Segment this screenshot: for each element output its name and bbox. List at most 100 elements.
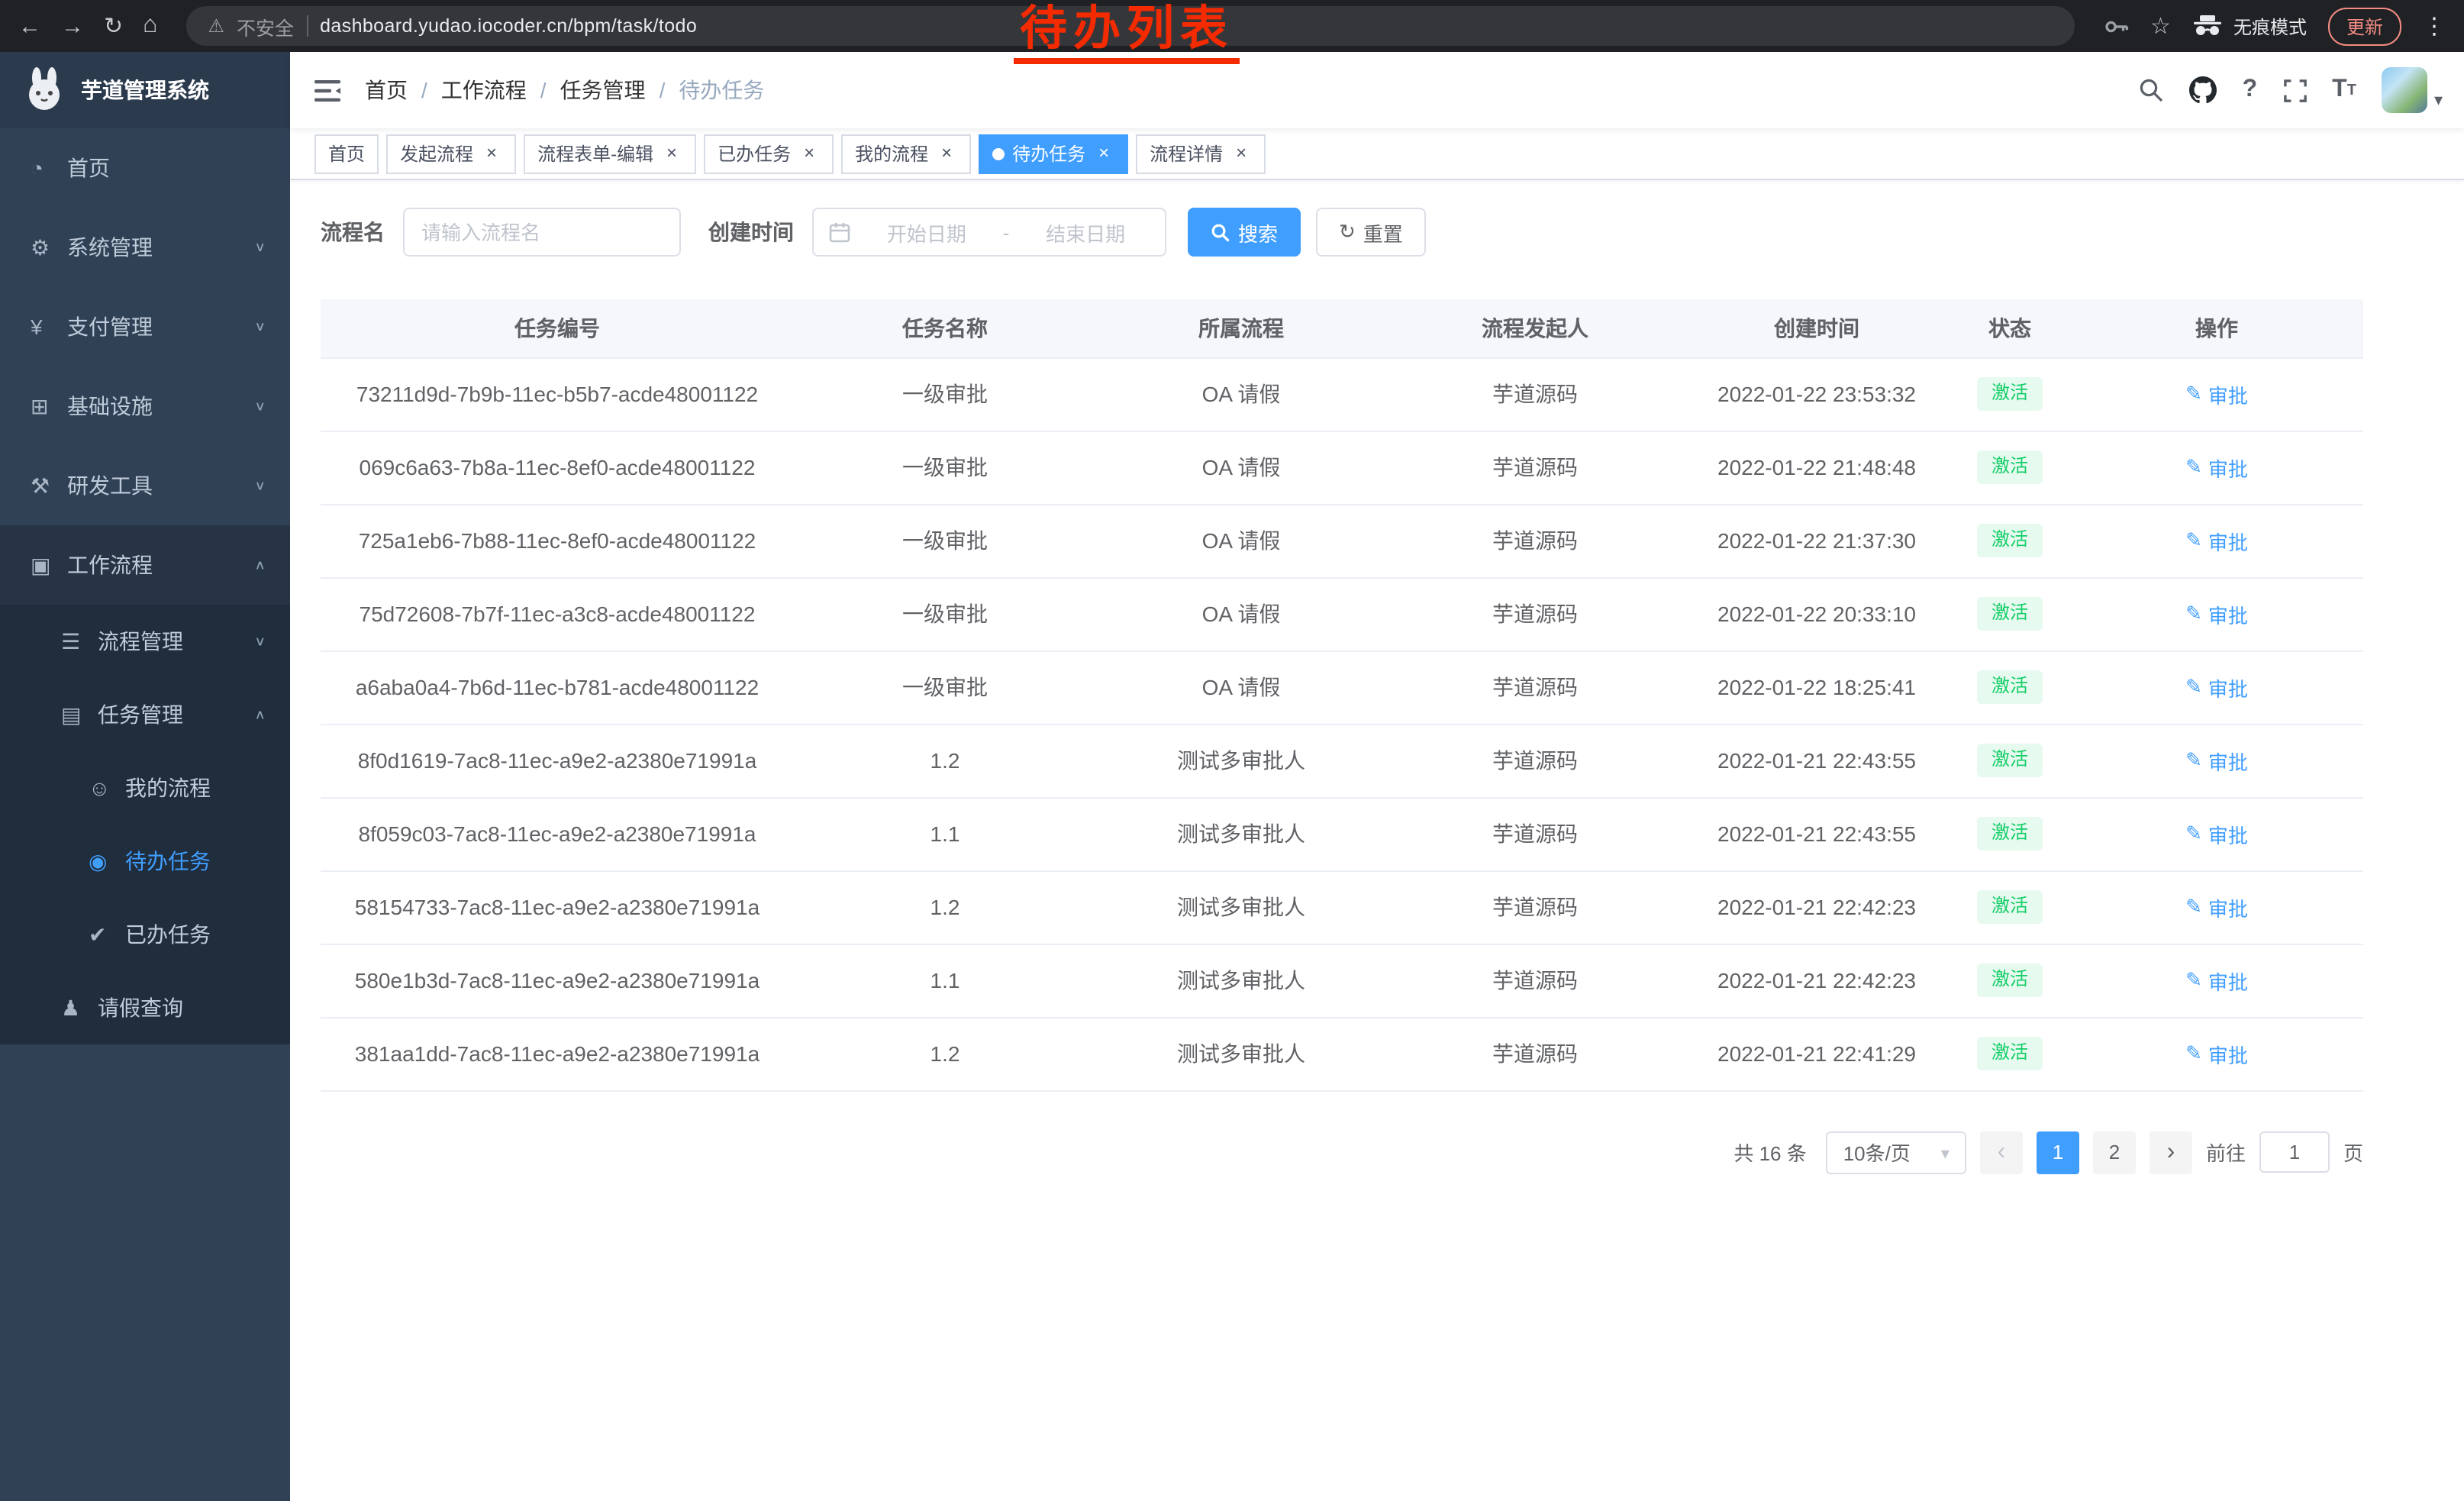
edit-icon	[2185, 528, 2202, 553]
table-column-header: 流程发起人	[1386, 299, 1684, 357]
table-row: 725a1eb6-7b88-11ec-8ef0-acde48001122 一级审…	[321, 504, 2363, 577]
search-button-label: 搜索	[1238, 218, 1278, 247]
start-date-placeholder[interactable]: 开始日期	[863, 218, 991, 247]
sidebar-menu-item[interactable]: ¥ 支付管理 ∨	[0, 287, 290, 366]
approve-link-label: 审批	[2208, 1039, 2248, 1068]
menu-item-icon: ☰	[61, 628, 98, 654]
status-badge: 激活	[1978, 450, 2042, 483]
end-date-placeholder[interactable]: 结束日期	[1021, 218, 1150, 247]
approve-link-label: 审批	[2208, 379, 2248, 408]
browser-home-icon[interactable]	[143, 14, 157, 38]
content-container: 流程名 创建时间 开始日期 - 结束日期	[290, 180, 2464, 1173]
sidebar-menu-item[interactable]: ◉ 待办任务	[0, 825, 290, 898]
close-icon[interactable]	[661, 143, 682, 164]
approve-link[interactable]: 审批	[2185, 526, 2248, 555]
cell-task-name: 1.2	[794, 870, 1096, 944]
browser-menu-icon[interactable]	[2423, 15, 2446, 37]
sidebar-menu-item[interactable]: ⚙ 系统管理 ∨	[0, 208, 290, 287]
chevron-icon: ∨	[254, 634, 266, 649]
prev-page-button[interactable]	[1980, 1131, 2023, 1173]
approve-link[interactable]: 审批	[2185, 453, 2248, 482]
incognito-icon	[2192, 15, 2223, 37]
status-badge: 激活	[1978, 817, 2042, 850]
cell-initiator: 芋道源码	[1386, 1017, 1684, 1090]
approve-link[interactable]: 审批	[2185, 819, 2248, 848]
sidebar-menu-item[interactable]: ▤ 任务管理 ∧	[0, 678, 290, 751]
cell-process: OA 请假	[1096, 431, 1386, 504]
goto-page-input[interactable]	[2259, 1131, 2330, 1173]
sidebar-menu-item[interactable]: ⚒ 研发工具 ∨	[0, 446, 290, 525]
close-icon[interactable]	[936, 143, 957, 164]
bookmark-star-icon[interactable]	[2150, 15, 2171, 37]
breadcrumb-item[interactable]: 工作流程	[441, 75, 547, 105]
tab[interactable]: 流程表单-编辑	[524, 134, 696, 173]
next-page-button[interactable]	[2150, 1131, 2192, 1173]
approve-link[interactable]: 审批	[2185, 599, 2248, 628]
sidebar-menu-item[interactable]: ⊞ 基础设施 ∨	[0, 366, 290, 446]
close-icon[interactable]	[798, 143, 820, 164]
approve-link[interactable]: 审批	[2185, 673, 2248, 702]
process-name-input[interactable]	[403, 208, 681, 257]
table-header-row: 任务编号 任务名称 所属流程 流程发起人 创建时间 状态 操作	[321, 299, 2363, 357]
tab[interactable]: 流程详情	[1136, 134, 1266, 173]
key-icon[interactable]	[2103, 13, 2129, 39]
sidebar-toggle-button[interactable]	[314, 79, 340, 102]
fullscreen-icon[interactable]	[2283, 79, 2306, 102]
close-icon[interactable]	[1093, 143, 1114, 164]
close-icon[interactable]	[1230, 143, 1252, 164]
cell-initiator: 芋道源码	[1386, 431, 1684, 504]
browser-back-icon[interactable]	[18, 15, 41, 37]
approve-link[interactable]: 审批	[2185, 746, 2248, 775]
sidebar-menu-item[interactable]: ♟ 请假查询	[0, 971, 290, 1044]
breadcrumb-item[interactable]: 首页	[365, 75, 427, 105]
search-button[interactable]: 搜索	[1188, 208, 1301, 257]
font-size-icon[interactable]	[2332, 76, 2356, 104]
header-search-icon[interactable]	[2139, 78, 2163, 102]
browser-forward-icon[interactable]	[61, 15, 84, 37]
annotation-title: 待办列表	[1014, 2, 1240, 64]
table-row: 069c6a63-7b8a-11ec-8ef0-acde48001122 一级审…	[321, 431, 2363, 504]
sidebar-menu-item[interactable]: ☰ 流程管理 ∨	[0, 605, 290, 678]
breadcrumb-item[interactable]: 任务管理	[560, 75, 666, 105]
cell-task-id: 580e1b3d-7ac8-11ec-a9e2-a2380e71991a	[321, 944, 794, 1017]
tab[interactable]: 发起流程	[386, 134, 516, 173]
page-number-button[interactable]: 2	[2093, 1131, 2136, 1173]
approve-link-label: 审批	[2208, 893, 2248, 922]
approve-link[interactable]: 审批	[2185, 893, 2248, 922]
chevron-icon: ∨	[254, 320, 266, 334]
tab[interactable]: 待办任务	[979, 134, 1128, 173]
help-icon[interactable]	[2243, 76, 2258, 104]
user-menu[interactable]	[2382, 67, 2443, 113]
reset-button[interactable]: 重置	[1316, 208, 1426, 257]
breadcrumb-label: 任务管理	[560, 75, 646, 105]
github-icon[interactable]	[2189, 76, 2217, 104]
sidebar-menu-item[interactable]: ☺ 我的流程	[0, 751, 290, 825]
cell-task-name: 一级审批	[794, 431, 1096, 504]
table-row: 8f059c03-7ac8-11ec-a9e2-a2380e71991a 1.1…	[321, 797, 2363, 870]
tab[interactable]: 我的流程	[841, 134, 971, 173]
breadcrumb-item[interactable]: 待办任务	[679, 75, 764, 105]
update-chip[interactable]: 更新	[2328, 7, 2401, 45]
incognito-label: 无痕模式	[2233, 13, 2307, 39]
menu-item-icon: ▣	[31, 552, 67, 578]
cell-process: OA 请假	[1096, 650, 1386, 724]
page-size-select[interactable]: 10条/页	[1827, 1131, 1966, 1173]
sidebar-menu-item[interactable]: ✔ 已办任务	[0, 898, 290, 971]
approve-link[interactable]: 审批	[2185, 1039, 2248, 1068]
create-time-range-picker[interactable]: 开始日期 - 结束日期	[812, 208, 1166, 257]
page-number-button[interactable]: 1	[2037, 1131, 2079, 1173]
todo-task-table: 任务编号 任务名称 所属流程 流程发起人 创建时间 状态 操作	[321, 299, 2363, 1091]
close-icon[interactable]	[481, 143, 502, 164]
sidebar-menu-item[interactable]: ◔ 首页	[0, 128, 290, 208]
cell-created-time: 2022-01-22 18:25:41	[1684, 650, 1950, 724]
browser-reload-icon[interactable]	[104, 15, 123, 37]
sidebar-menu-item[interactable]: ▣ 工作流程 ∧	[0, 525, 290, 605]
approve-link[interactable]: 审批	[2185, 966, 2248, 995]
tab[interactable]: 已办任务	[704, 134, 834, 173]
tab-label: 已办任务	[718, 140, 791, 166]
tab[interactable]: 首页	[314, 134, 379, 173]
approve-link[interactable]: 审批	[2185, 379, 2248, 408]
edit-icon	[2185, 822, 2202, 846]
app-logo[interactable]: 芋道管理系统	[0, 52, 290, 128]
status-badge: 激活	[1978, 1037, 2042, 1070]
